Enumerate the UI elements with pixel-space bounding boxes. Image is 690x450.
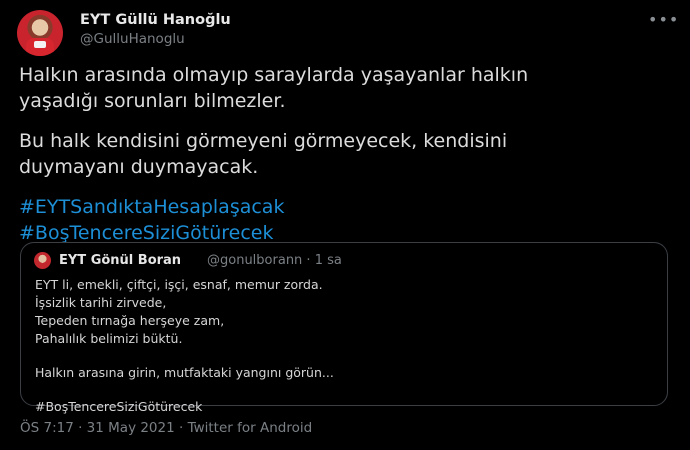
- tweet-line: yaşadığı sorunları bilmezler.: [19, 90, 286, 112]
- tweet-card: EYT Güllü Hanoğlu @GulluHanoglu ••• Halk…: [0, 0, 690, 450]
- avatar-sign: [34, 41, 46, 48]
- quoted-tweet[interactable]: EYT Gönül Boran @gonulborann · 1 sa EYT …: [20, 242, 668, 414]
- tweet-timestamp-source[interactable]: ÖS 7:17 · 31 May 2021 · Twitter for Andr…: [20, 420, 312, 436]
- quoted-hashtag: #BoşTencereSiziGötürecek: [35, 399, 203, 414]
- quoted-tweet-text: EYT li, emekli, çiftçi, işçi, esnaf, mem…: [35, 276, 655, 416]
- more-horizontal-icon[interactable]: •••: [648, 10, 679, 29]
- author-handle[interactable]: @GulluHanoglu: [80, 31, 185, 47]
- quoted-line: Pahalılık belimizi büktü.: [35, 331, 183, 346]
- quoted-line: Halkın arasına girin, mutfaktaki yangını…: [35, 365, 334, 380]
- quoted-line: EYT li, emekli, çiftçi, işçi, esnaf, mem…: [35, 277, 323, 292]
- author-avatar[interactable]: [17, 10, 63, 56]
- quoted-line: Tepeden tırnağa herşeye zam,: [35, 313, 225, 328]
- quoted-author-avatar: [34, 252, 51, 269]
- author-display-name[interactable]: EYT Güllü Hanoğlu: [80, 12, 231, 28]
- tweet-line: Bu halk kendisini görmeyeni görmeyecek, …: [19, 130, 508, 152]
- quoted-author-name: EYT Gönül Boran: [59, 253, 182, 268]
- tweet-line: Halkın arasında olmayıp saraylarda yaşay…: [19, 64, 529, 86]
- tweet-text: Halkın arasında olmayıp saraylarda yaşay…: [19, 62, 659, 246]
- hashtag-link[interactable]: #EYTSandıktaHesaplaşacak: [19, 194, 659, 220]
- quoted-line: İşsizlik tarihi zirvede,: [35, 295, 167, 310]
- quoted-author-handle-time: @gonulborann · 1 sa: [207, 253, 342, 268]
- tweet-line: duymayanı duymayacak.: [19, 156, 259, 178]
